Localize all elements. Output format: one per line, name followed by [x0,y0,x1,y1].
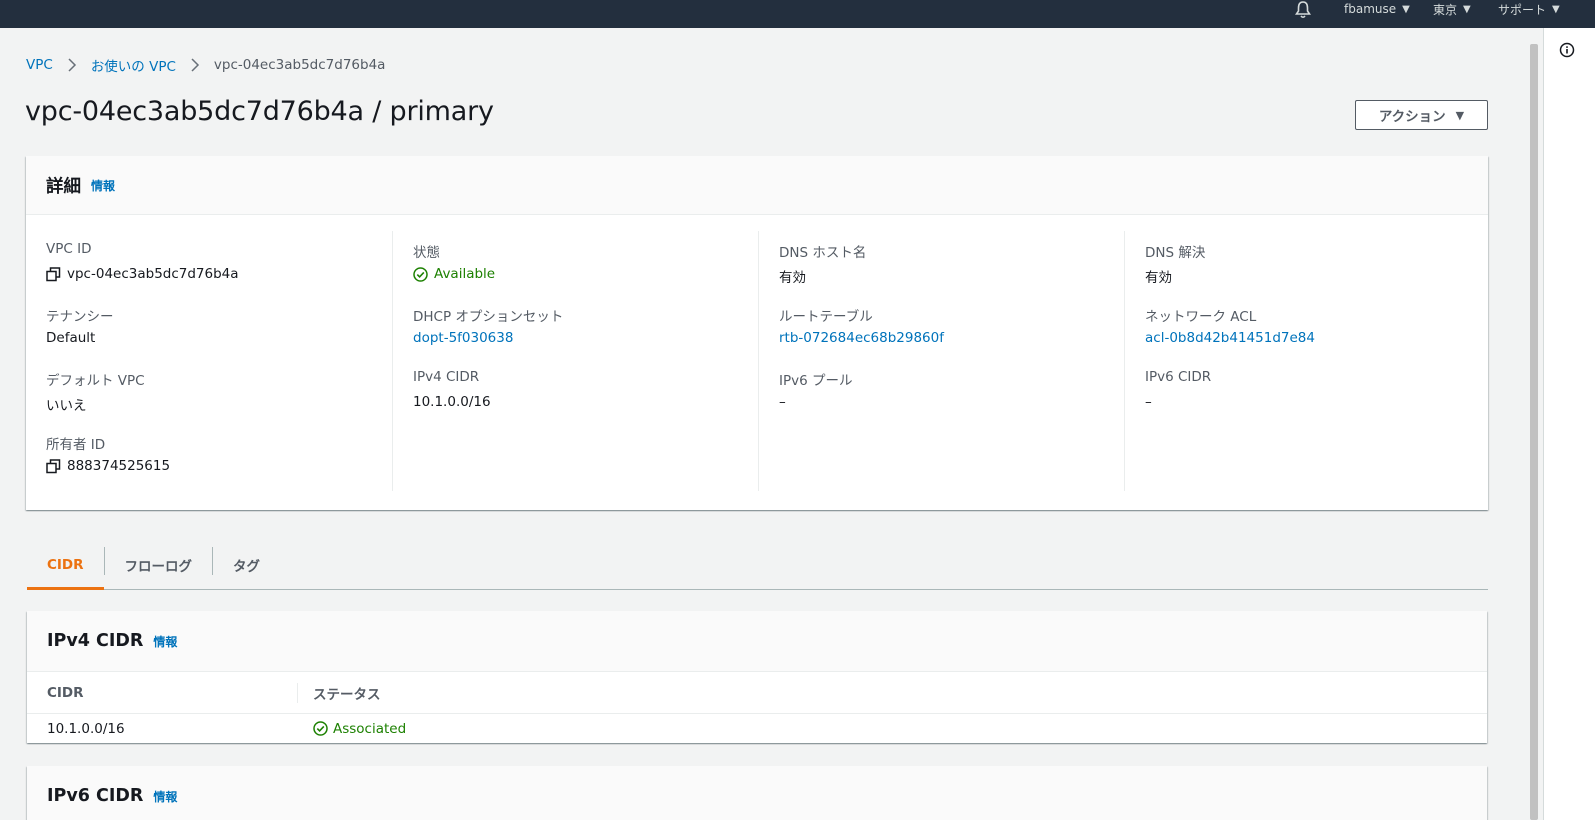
tab-bar: CIDR フローログ タグ [27,541,1488,590]
details-grid: VPC ID vpc-04ec3ab5dc7d76b4a テナンシー Defau… [26,215,1488,510]
chevron-right-icon [190,58,200,72]
status-value: Associated [333,720,407,737]
ipv6-pool-value: – [779,394,786,410]
field-ipv6-cidr: IPv6 CIDR – [1145,369,1211,410]
route-table-link[interactable]: rtb-072684ec68b29860f [779,330,944,346]
details-column-1: VPC ID vpc-04ec3ab5dc7d76b4a テナンシー Defau… [26,231,392,491]
field-label: デフォルト VPC [46,373,145,389]
caret-down-icon: ▼ [1463,3,1471,15]
actions-button-label: アクション [1378,109,1446,125]
user-name: fbamuse [1344,2,1397,16]
ipv6-cidr-info-link[interactable]: 情報 [153,788,177,805]
ipv4-cidr-panel: IPv4 CIDR 情報 CIDR ステータス 10.1.0.0/16 Asso… [27,611,1487,743]
breadcrumb-your-vpcs[interactable]: お使いの VPC [91,55,176,75]
field-network-acl: ネットワーク ACL acl-0b8d42b41451d7e84 [1145,305,1315,346]
copy-icon[interactable] [46,458,61,474]
user-menu[interactable]: fbamuse ▼ [1344,0,1410,18]
details-panel: 詳細 情報 VPC ID vpc-04ec3ab5dc7d76b4a テナンシー… [26,156,1488,510]
bell-icon[interactable] [1293,0,1313,20]
field-label: DNS ホスト名 [779,245,867,261]
field-ipv4-cidr: IPv4 CIDR 10.1.0.0/16 [413,369,491,410]
details-column-4: DNS 解決 有効 ネットワーク ACL acl-0b8d42b41451d7e… [1124,231,1488,491]
field-label: DHCP オプションセット [413,309,564,325]
field-dns-resolution: DNS 解決 有効 [1145,241,1205,286]
field-label: 状態 [413,245,440,261]
details-info-link[interactable]: 情報 [91,177,115,194]
table-row: 10.1.0.0/16 Associated [27,714,1487,743]
copy-icon[interactable] [46,266,61,282]
cidr-cell: 10.1.0.0/16 [47,720,125,737]
caret-down-icon: ▼ [1552,3,1560,15]
state-value: Available [434,266,496,282]
breadcrumb-vpc[interactable]: VPC [26,57,53,73]
caret-down-icon: ▼ [1402,3,1410,15]
ipv4-cidr-info-link[interactable]: 情報 [153,633,177,650]
field-label: IPv6 CIDR [1145,369,1212,385]
details-header: 詳細 情報 [26,156,1488,215]
field-owner-id: 所有者 ID 888374525615 [46,433,170,474]
support-label: サポート [1498,2,1547,17]
field-label: DNS 解決 [1145,245,1206,261]
field-label: IPv4 CIDR [413,369,480,385]
chevron-right-icon [67,58,77,72]
column-header-cidr[interactable]: CIDR [47,672,84,714]
check-circle-icon [313,721,328,736]
region-menu[interactable]: 東京 ▼ [1433,0,1471,18]
tools-panel [1543,28,1595,820]
dns-resolution-value: 有効 [1145,270,1172,286]
field-value: vpc-04ec3ab5dc7d76b4a [46,266,239,282]
ipv4-cidr-header: IPv4 CIDR 情報 [27,611,1487,672]
field-label: ネットワーク ACL [1145,309,1257,325]
column-header-status[interactable]: ステータス [313,672,381,714]
check-circle-icon [413,266,428,282]
details-column-2: 状態 Available DHCP オプションセット dopt-5f030638… [392,231,758,491]
dns-hostnames-value: 有効 [779,270,806,286]
field-label: IPv6 プール [779,373,853,389]
tab-cidr[interactable]: CIDR [27,541,104,590]
field-label: 所有者 ID [46,437,106,453]
table-header: CIDR ステータス [27,672,1487,714]
ipv6-cidr-value: – [1145,394,1152,410]
actions-button[interactable]: アクション ▼ [1355,100,1488,130]
ipv6-cidr-header: IPv6 CIDR 情報 [27,766,1487,820]
field-ipv6-pool: IPv6 プール – [779,369,853,410]
ipv4-cidr-value: 10.1.0.0/16 [413,394,491,410]
field-dns-hostnames: DNS ホスト名 有効 [779,241,866,286]
breadcrumb-current: vpc-04ec3ab5dc7d76b4a [213,57,386,73]
field-tenancy: テナンシー Default [46,305,114,346]
scrollbar-thumb[interactable] [1530,44,1538,820]
caret-down-icon: ▼ [1455,108,1465,122]
ipv6-cidr-panel: IPv6 CIDR 情報 [27,766,1487,820]
tab-flow-logs[interactable]: フローログ [105,541,213,589]
region-name: 東京 [1433,2,1458,17]
field-dhcp: DHCP オプションセット dopt-5f030638 [413,305,563,346]
ipv6-cidr-title: IPv6 CIDR [47,786,144,806]
details-title: 詳細 [46,176,81,197]
field-label: VPC ID [46,241,92,257]
status-cell: Associated [313,714,406,743]
field-route-table: ルートテーブル rtb-072684ec68b29860f [779,305,944,346]
info-circle-icon[interactable] [1559,42,1575,58]
field-default-vpc: デフォルト VPC いいえ [46,369,145,414]
tab-tags[interactable]: タグ [213,541,280,589]
page-title: vpc-04ec3ab5dc7d76b4a / primary [25,96,494,127]
field-value: Available [413,266,495,282]
owner-id-value: 888374525615 [67,458,171,474]
ipv4-cidr-title: IPv4 CIDR [47,631,144,651]
column-divider [297,683,298,703]
vpc-id-value: vpc-04ec3ab5dc7d76b4a [67,266,239,282]
tenancy-value: Default [46,330,96,346]
support-menu[interactable]: サポート ▼ [1498,0,1560,18]
field-label: ルートテーブル [779,309,873,325]
network-acl-link[interactable]: acl-0b8d42b41451d7e84 [1145,330,1315,346]
default-vpc-value: いいえ [46,398,87,414]
field-state: 状態 Available [413,241,495,282]
details-column-3: DNS ホスト名 有効 ルートテーブル rtb-072684ec68b29860… [758,231,1124,491]
field-vpc-id: VPC ID vpc-04ec3ab5dc7d76b4a [46,241,239,282]
field-value: 888374525615 [46,458,170,474]
breadcrumb: VPC お使いの VPC vpc-04ec3ab5dc7d76b4a [26,55,386,75]
dhcp-link[interactable]: dopt-5f030638 [413,330,563,346]
top-navigation-bar: fbamuse ▼ 東京 ▼ サポート ▼ [0,0,1595,28]
field-label: テナンシー [46,309,114,325]
